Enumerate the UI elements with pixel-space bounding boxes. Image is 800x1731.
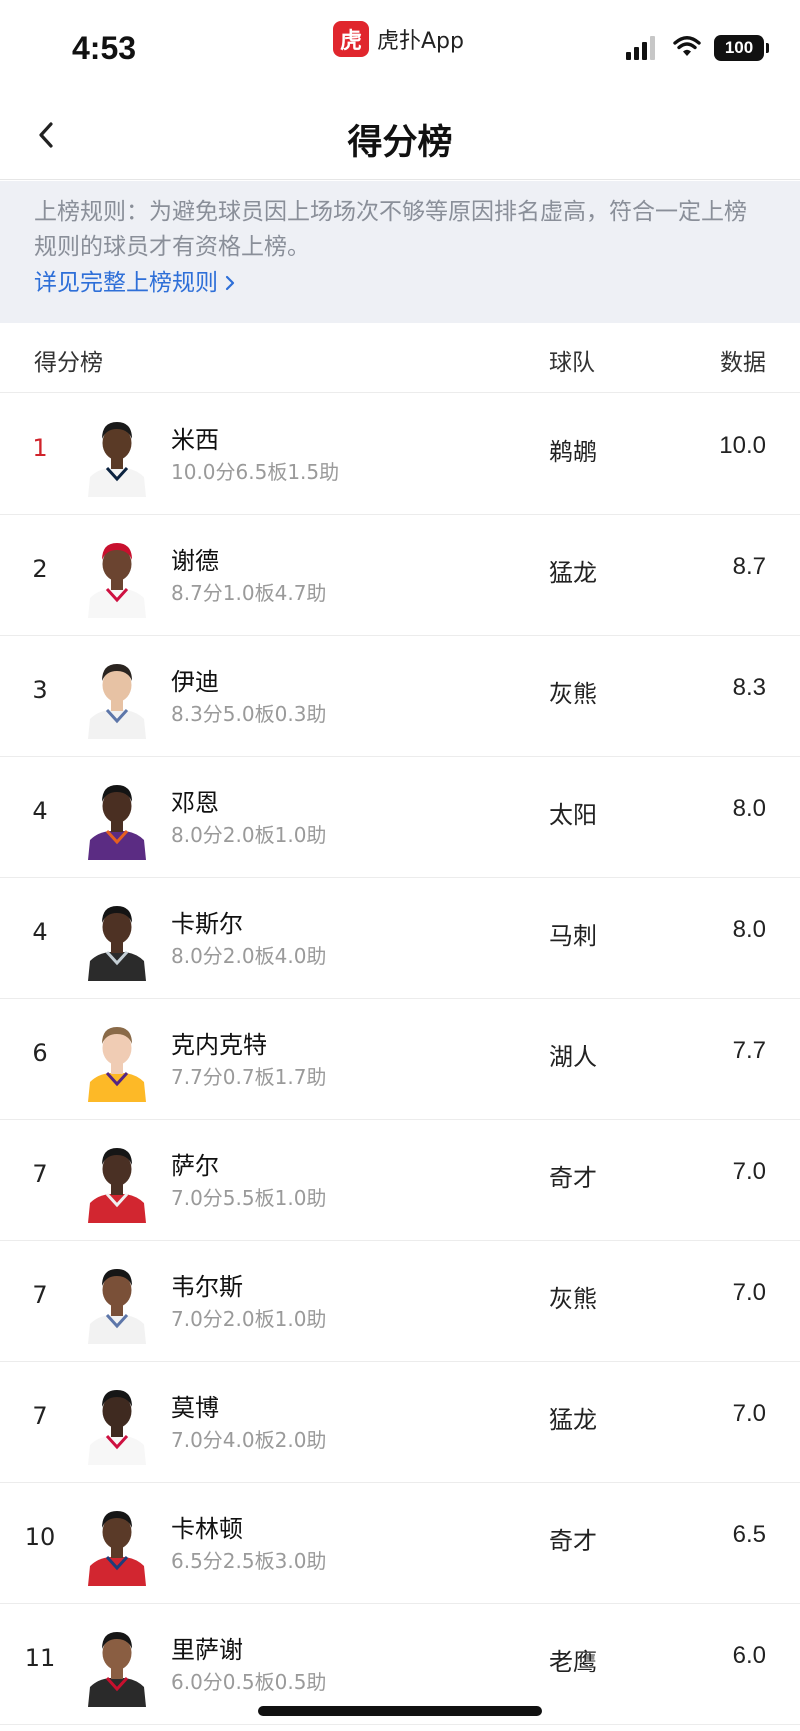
table-row[interactable]: 10 卡林顿 6.5分2.5板3.0助 奇才 6.5 <box>0 1483 800 1604</box>
row-rank: 2 <box>32 555 48 583</box>
player-team: 奇才 <box>549 1164 597 1192</box>
table-row[interactable]: 7 莫博 7.0分4.0板2.0助 猛龙 7.0 <box>0 1362 800 1483</box>
player-name: 莫博 <box>171 1394 219 1422</box>
page-title: 得分榜 <box>347 123 453 163</box>
rules-text: 上榜规则：为避免球员因上场场次不够等原因排名虚高，符合一定上榜规则的球员才有资格… <box>34 199 747 260</box>
player-name: 韦尔斯 <box>171 1273 243 1301</box>
player-team: 奇才 <box>549 1527 597 1555</box>
player-stat-line: 8.3分5.0板0.3助 <box>171 702 327 726</box>
table-row[interactable]: 7 萨尔 7.0分5.5板1.0助 奇才 7.0 <box>0 1120 800 1241</box>
player-avatar[interactable] <box>84 532 150 618</box>
player-score: 6.5 <box>732 1521 766 1548</box>
row-rank: 7 <box>32 1402 48 1430</box>
chevron-right-icon <box>225 275 235 291</box>
player-stat-line: 8.0分2.0板4.0助 <box>171 944 327 968</box>
home-indicator[interactable] <box>258 1706 542 1716</box>
player-score: 6.0 <box>732 1642 766 1669</box>
player-score: 7.0 <box>732 1279 766 1306</box>
player-team: 马刺 <box>549 922 597 950</box>
player-stat-line: 8.0分2.0板1.0助 <box>171 823 327 847</box>
player-avatar[interactable] <box>84 411 150 497</box>
row-rank: 7 <box>32 1160 48 1188</box>
player-name: 卡林顿 <box>171 1515 243 1543</box>
app-name: 虎扑App <box>377 29 464 54</box>
row-rank: 4 <box>32 797 48 825</box>
row-rank: 10 <box>24 1523 56 1551</box>
player-team: 猛龙 <box>549 1406 597 1434</box>
player-score: 8.7 <box>732 553 766 580</box>
player-avatar[interactable] <box>84 1500 150 1586</box>
player-score: 8.3 <box>732 674 766 701</box>
player-stat-line: 7.0分4.0板2.0助 <box>171 1428 327 1452</box>
player-name: 伊迪 <box>171 668 219 696</box>
player-avatar[interactable] <box>84 1258 150 1344</box>
wifi-icon <box>672 34 702 62</box>
rules-link-label: 详见完整上榜规则 <box>34 270 218 296</box>
player-avatar[interactable] <box>84 1379 150 1465</box>
table-row[interactable]: 3 伊迪 8.3分5.0板0.3助 灰熊 8.3 <box>0 636 800 757</box>
app-badge: 虎 虎扑App <box>333 19 464 59</box>
table-row[interactable]: 1 米西 10.0分6.5板1.5助 鹈鹕 10.0 <box>0 394 800 515</box>
player-avatar[interactable] <box>84 1016 150 1102</box>
table-row[interactable]: 4 卡斯尔 8.0分2.0板4.0助 马刺 8.0 <box>0 878 800 999</box>
hupu-logo-icon: 虎 <box>333 21 369 57</box>
player-name: 米西 <box>171 426 219 454</box>
player-team: 老鹰 <box>549 1648 597 1676</box>
player-score: 10.0 <box>719 432 766 459</box>
ranking-list: 1 米西 10.0分6.5板1.5助 鹈鹕 10.0 2 谢德 8.7分1.0板4.7助 猛龙 8… <box>0 394 800 1725</box>
player-score: 8.0 <box>732 916 766 943</box>
nav-bar: 得分榜 <box>0 90 800 180</box>
player-avatar[interactable] <box>84 1137 150 1223</box>
header-board: 得分榜 <box>34 350 103 376</box>
player-stat-line: 7.0分5.5板1.0助 <box>171 1186 327 1210</box>
player-stat-line: 8.7分1.0板4.7助 <box>171 581 327 605</box>
status-time: 4:53 <box>72 30 137 66</box>
player-name: 邓恩 <box>171 789 219 817</box>
player-stat-line: 6.0分0.5板0.5助 <box>171 1670 327 1694</box>
player-avatar[interactable] <box>84 653 150 739</box>
player-name: 谢德 <box>171 547 219 575</box>
status-icons: 100 <box>626 34 769 62</box>
rules-link[interactable]: 详见完整上榜规则 <box>34 266 236 300</box>
row-rank: 1 <box>32 434 48 462</box>
row-rank: 4 <box>32 918 48 946</box>
header-team: 球队 <box>549 350 595 376</box>
rules-notice: 上榜规则：为避免球员因上场场次不够等原因排名虚高，符合一定上榜规则的球员才有资格… <box>0 181 800 323</box>
player-stat-line: 10.0分6.5板1.5助 <box>171 460 340 484</box>
header-data: 数据 <box>720 350 766 376</box>
table-header: 得分榜 球队 数据 <box>0 323 800 393</box>
player-stat-line: 6.5分2.5板3.0助 <box>171 1549 327 1573</box>
status-bar: 4:53 虎 虎扑App 100 <box>0 0 800 90</box>
player-team: 灰熊 <box>549 680 597 708</box>
player-team: 太阳 <box>549 801 597 829</box>
player-avatar[interactable] <box>84 774 150 860</box>
player-team: 湖人 <box>549 1043 597 1071</box>
row-rank: 3 <box>32 676 48 704</box>
player-score: 7.7 <box>732 1037 766 1064</box>
player-score: 8.0 <box>732 795 766 822</box>
battery-icon: 100 <box>714 35 769 61</box>
table-row[interactable]: 4 邓恩 8.0分2.0板1.0助 太阳 8.0 <box>0 757 800 878</box>
signal-icon <box>626 36 658 60</box>
player-team: 猛龙 <box>549 559 597 587</box>
table-row[interactable]: 6 克内克特 7.7分0.7板1.7助 湖人 7.7 <box>0 999 800 1120</box>
row-rank: 7 <box>32 1281 48 1309</box>
table-row[interactable]: 7 韦尔斯 7.0分2.0板1.0助 灰熊 7.0 <box>0 1241 800 1362</box>
player-score: 7.0 <box>732 1158 766 1185</box>
player-name: 卡斯尔 <box>171 910 243 938</box>
row-rank: 11 <box>24 1644 56 1672</box>
player-avatar[interactable] <box>84 895 150 981</box>
player-stat-line: 7.7分0.7板1.7助 <box>171 1065 327 1089</box>
table-row[interactable]: 2 谢德 8.7分1.0板4.7助 猛龙 8.7 <box>0 515 800 636</box>
player-name: 克内克特 <box>171 1031 267 1059</box>
player-score: 7.0 <box>732 1400 766 1427</box>
player-team: 鹈鹕 <box>549 438 597 466</box>
player-name: 里萨谢 <box>171 1636 243 1664</box>
player-team: 灰熊 <box>549 1285 597 1313</box>
row-rank: 6 <box>32 1039 48 1067</box>
player-stat-line: 7.0分2.0板1.0助 <box>171 1307 327 1331</box>
player-avatar[interactable] <box>84 1621 150 1707</box>
player-name: 萨尔 <box>171 1152 219 1180</box>
